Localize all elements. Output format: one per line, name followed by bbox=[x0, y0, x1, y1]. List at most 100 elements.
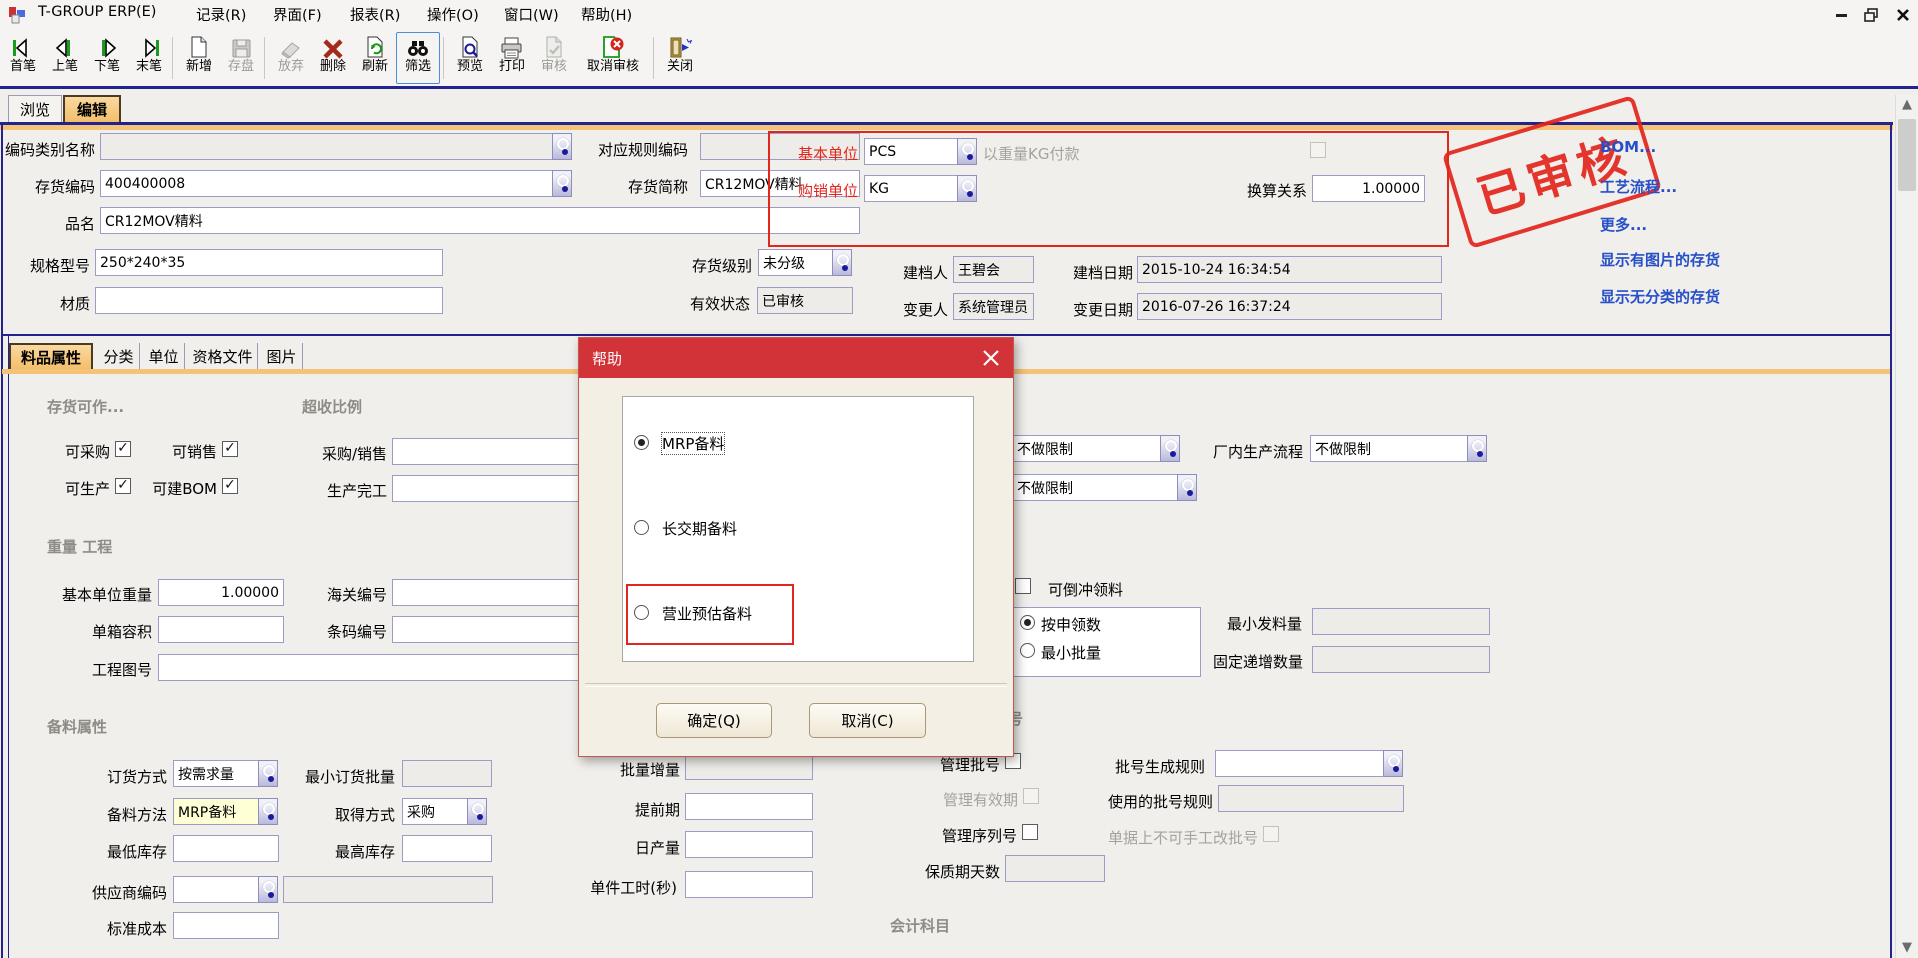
subtab-attributes[interactable]: 料品属性 bbox=[9, 343, 93, 369]
close-icon[interactable] bbox=[1896, 8, 1910, 22]
dialog-close-icon[interactable] bbox=[981, 348, 1001, 368]
tab-edit[interactable]: 编辑 bbox=[63, 95, 121, 122]
min-stock-field[interactable] bbox=[173, 835, 279, 862]
fixed-incr-field[interactable] bbox=[1312, 646, 1490, 673]
code-category-lookup-button[interactable] bbox=[552, 133, 572, 160]
prod-finish-ratio-field[interactable] bbox=[392, 475, 590, 502]
salable-checkbox[interactable]: ✓ bbox=[222, 441, 238, 457]
ok-button[interactable]: 确定(Q) bbox=[656, 703, 772, 738]
prep-method-lookup-button[interactable] bbox=[258, 798, 278, 825]
std-cost-field[interactable] bbox=[173, 912, 279, 939]
subtab-qualification[interactable]: 资格文件 bbox=[188, 343, 258, 369]
menu-window[interactable]: 窗口(W) bbox=[504, 4, 559, 25]
menu-tgroup-erp[interactable]: T-GROUP ERP(E) bbox=[38, 4, 156, 20]
factory-flow-field[interactable]: 不做限制 bbox=[1310, 435, 1468, 462]
delete-button[interactable]: 删除 bbox=[312, 32, 354, 84]
product-name-field[interactable]: CR12MOV精料 bbox=[100, 207, 860, 234]
filter-button[interactable]: 筛选 bbox=[396, 32, 440, 84]
box-volume-field[interactable] bbox=[158, 616, 284, 643]
next-record-button[interactable]: 下笔 bbox=[86, 32, 128, 84]
link-show-unclassified[interactable]: 显示无分类的存货 bbox=[1600, 286, 1720, 307]
preview-button[interactable]: 预览 bbox=[449, 32, 491, 84]
code-category-field[interactable] bbox=[100, 133, 572, 160]
link-show-with-image[interactable]: 显示有图片的存货 bbox=[1600, 249, 1720, 270]
link-bom[interactable]: BOM... bbox=[1600, 138, 1656, 156]
base-unit-field[interactable]: PCS bbox=[864, 138, 958, 165]
link-more[interactable]: 更多... bbox=[1600, 214, 1647, 235]
prep-method-field[interactable]: MRP备料 bbox=[173, 798, 259, 825]
approve-button[interactable]: 审核 bbox=[533, 32, 575, 84]
limit-field-1-lookup-button[interactable] bbox=[1160, 435, 1180, 462]
level-field[interactable]: 未分级 bbox=[758, 249, 833, 276]
manage-validity-checkbox[interactable] bbox=[1023, 788, 1039, 804]
customs-code-field[interactable] bbox=[392, 579, 590, 606]
min-issue-field[interactable] bbox=[1312, 608, 1490, 635]
inventory-code-field[interactable]: 400400008 bbox=[100, 170, 572, 197]
menu-help[interactable]: 帮助(H) bbox=[581, 4, 632, 25]
print-button[interactable]: 打印 bbox=[491, 32, 533, 84]
batch-incr-field[interactable] bbox=[685, 753, 813, 780]
menu-record[interactable]: 记录(R) bbox=[196, 4, 246, 25]
acquire-mode-lookup-button[interactable] bbox=[467, 798, 487, 825]
restore-icon[interactable] bbox=[1864, 8, 1879, 22]
link-process-flow[interactable]: 工艺流程... bbox=[1600, 176, 1677, 197]
base-unit-lookup-button[interactable] bbox=[957, 138, 977, 165]
supplier-code-field[interactable] bbox=[173, 876, 259, 903]
scroll-down-icon[interactable]: ▼ bbox=[1896, 938, 1918, 958]
factory-flow-lookup-button[interactable] bbox=[1467, 435, 1487, 462]
save-button[interactable]: 存盘 bbox=[220, 32, 262, 84]
sales-forecast-option-label[interactable]: 营业预估备料 bbox=[662, 603, 752, 624]
producible-checkbox[interactable]: ✓ bbox=[115, 478, 131, 494]
level-lookup-button[interactable] bbox=[832, 249, 852, 276]
order-mode-field[interactable]: 按需求量 bbox=[173, 760, 259, 787]
help-dialog-titlebar[interactable]: 帮助 bbox=[579, 338, 1013, 378]
batch-rule-lookup-button[interactable] bbox=[1383, 750, 1403, 777]
close-form-button[interactable]: 关闭 bbox=[659, 32, 701, 84]
cancel-button[interactable]: 取消(C) bbox=[809, 703, 926, 738]
limit-field-1[interactable]: 不做限制 bbox=[1012, 435, 1161, 462]
batch-rule-field[interactable] bbox=[1215, 750, 1384, 777]
menu-report[interactable]: 报表(R) bbox=[350, 4, 400, 25]
manage-serial-checkbox[interactable] bbox=[1022, 824, 1038, 840]
discard-button[interactable]: 放弃 bbox=[270, 32, 312, 84]
purchase-sale-ratio-field[interactable] bbox=[392, 438, 590, 465]
scrollbar-thumb[interactable] bbox=[1898, 119, 1916, 191]
lead-time-field[interactable] bbox=[685, 793, 813, 820]
new-button[interactable]: 新增 bbox=[178, 32, 220, 84]
min-batch-radio[interactable] bbox=[1020, 643, 1035, 658]
long-leadtime-option-label[interactable]: 长交期备料 bbox=[662, 518, 737, 539]
backflush-checkbox[interactable] bbox=[1015, 578, 1031, 594]
shelf-days-field[interactable] bbox=[1005, 855, 1105, 882]
sales-forecast-option-radio[interactable] bbox=[634, 605, 649, 620]
first-record-button[interactable]: 首笔 bbox=[2, 32, 44, 84]
supplier-code-lookup-button[interactable] bbox=[258, 876, 278, 903]
spec-field[interactable]: 250*240*35 bbox=[95, 249, 443, 276]
limit-field-2-lookup-button[interactable] bbox=[1177, 474, 1197, 501]
mrp-option-label[interactable]: MRP备料 bbox=[662, 433, 724, 454]
drawing-no-field[interactable] bbox=[158, 654, 590, 681]
subtab-unit[interactable]: 单位 bbox=[143, 343, 185, 369]
prev-record-button[interactable]: 上笔 bbox=[44, 32, 86, 84]
subtab-image[interactable]: 图片 bbox=[261, 343, 303, 369]
trade-unit-lookup-button[interactable] bbox=[957, 175, 977, 202]
refresh-button[interactable]: 刷新 bbox=[354, 32, 396, 84]
vertical-scrollbar[interactable]: ▲ ▼ bbox=[1895, 95, 1918, 958]
limit-field-2[interactable]: 不做限制 bbox=[1012, 474, 1178, 501]
by-request-radio[interactable] bbox=[1020, 615, 1035, 630]
inventory-code-lookup-button[interactable] bbox=[552, 170, 572, 197]
material-field[interactable] bbox=[95, 287, 443, 314]
menu-operate[interactable]: 操作(O) bbox=[427, 4, 479, 25]
acquire-mode-field[interactable]: 采购 bbox=[402, 798, 468, 825]
barcode-field[interactable] bbox=[392, 616, 590, 643]
cancel-approve-button[interactable]: 取消审核 bbox=[575, 32, 651, 84]
tab-browse[interactable]: 浏览 bbox=[8, 95, 62, 122]
minimize-icon[interactable] bbox=[1836, 14, 1848, 18]
last-record-button[interactable]: 末笔 bbox=[128, 32, 170, 84]
purchasable-checkbox[interactable]: ✓ bbox=[115, 441, 131, 457]
mrp-option-radio[interactable] bbox=[634, 435, 649, 450]
no-manual-batch-checkbox[interactable] bbox=[1263, 826, 1279, 842]
daily-output-field[interactable] bbox=[685, 831, 813, 858]
base-weight-field[interactable]: 1.00000 bbox=[158, 579, 284, 606]
bomable-checkbox[interactable]: ✓ bbox=[222, 478, 238, 494]
subtab-category[interactable]: 分类 bbox=[98, 343, 140, 369]
